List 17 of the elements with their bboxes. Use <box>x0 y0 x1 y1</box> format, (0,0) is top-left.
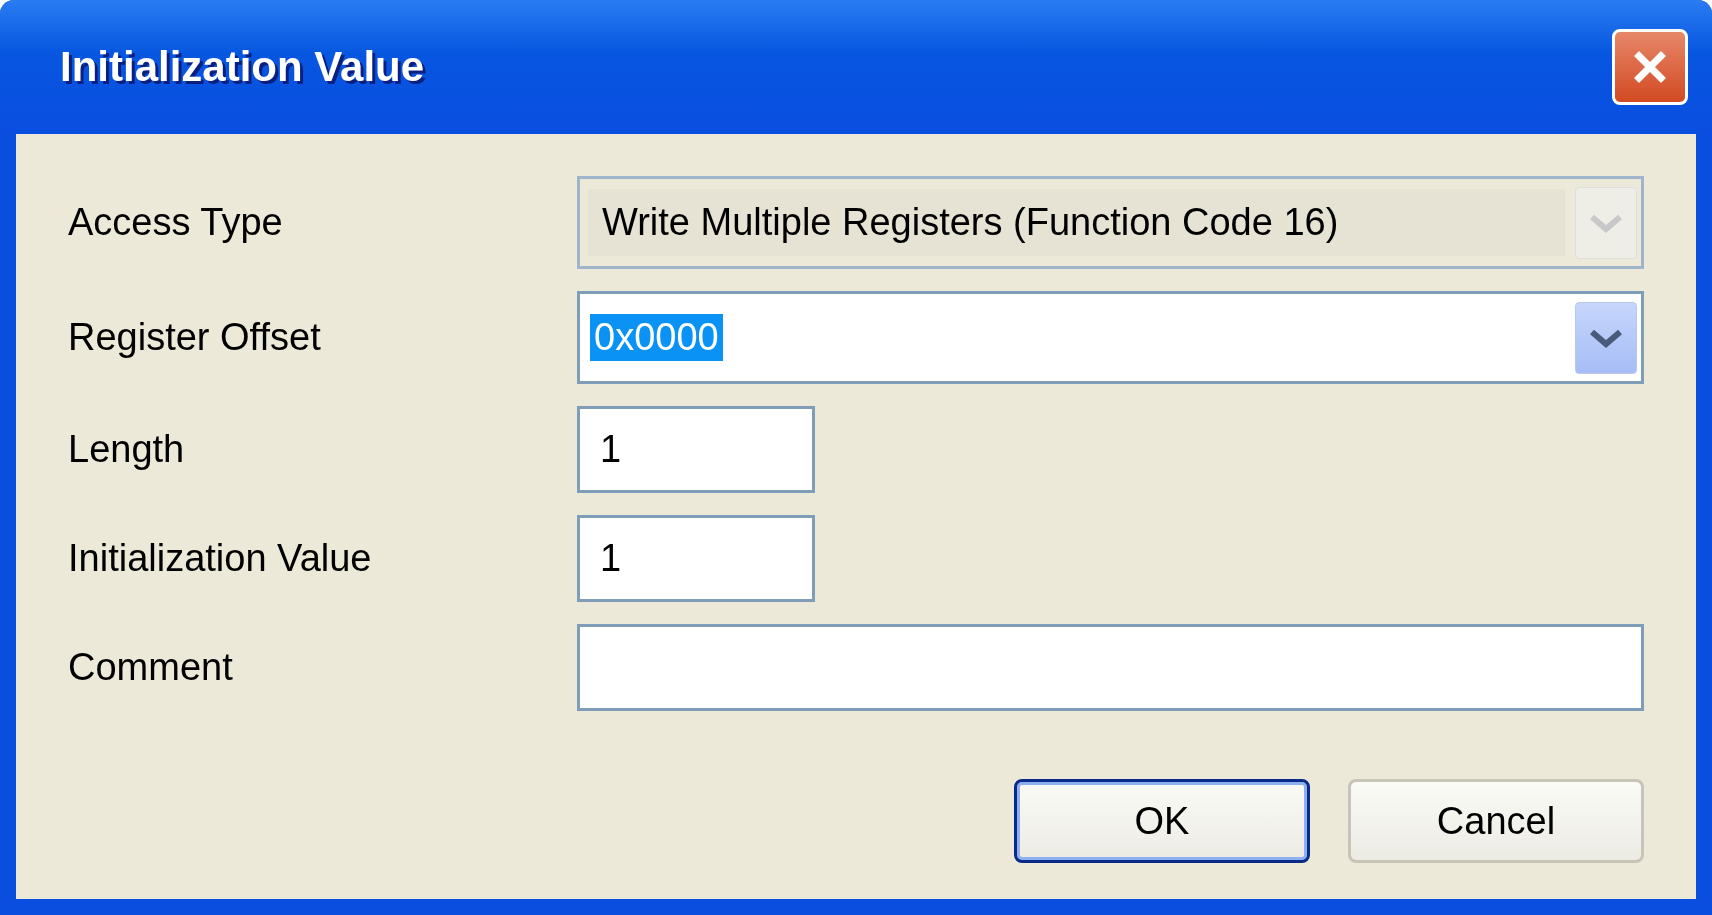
field-label: Register Offset <box>68 316 322 359</box>
field-label: Access Type <box>68 201 284 244</box>
field-label: Length <box>68 428 186 471</box>
cancel-button[interactable]: Cancel <box>1348 779 1644 863</box>
close-button[interactable] <box>1612 29 1688 105</box>
chevron-down-icon <box>1588 212 1624 233</box>
field-label: Initialization Value <box>68 537 373 580</box>
field-label: Comment <box>68 646 234 689</box>
ok-button[interactable]: OK <box>1014 779 1310 863</box>
chevron-down-icon <box>1588 327 1624 348</box>
dropdown-button[interactable] <box>1575 301 1637 374</box>
input-field[interactable]: 1 <box>577 515 815 602</box>
combo-value: 0x0000 <box>590 314 723 361</box>
input-field[interactable]: 1 <box>577 406 815 493</box>
input-field[interactable] <box>577 624 1644 711</box>
window-title: Initialization Value <box>60 43 425 91</box>
combo-value: Write Multiple Registers (Function Code 16) <box>602 201 1339 244</box>
